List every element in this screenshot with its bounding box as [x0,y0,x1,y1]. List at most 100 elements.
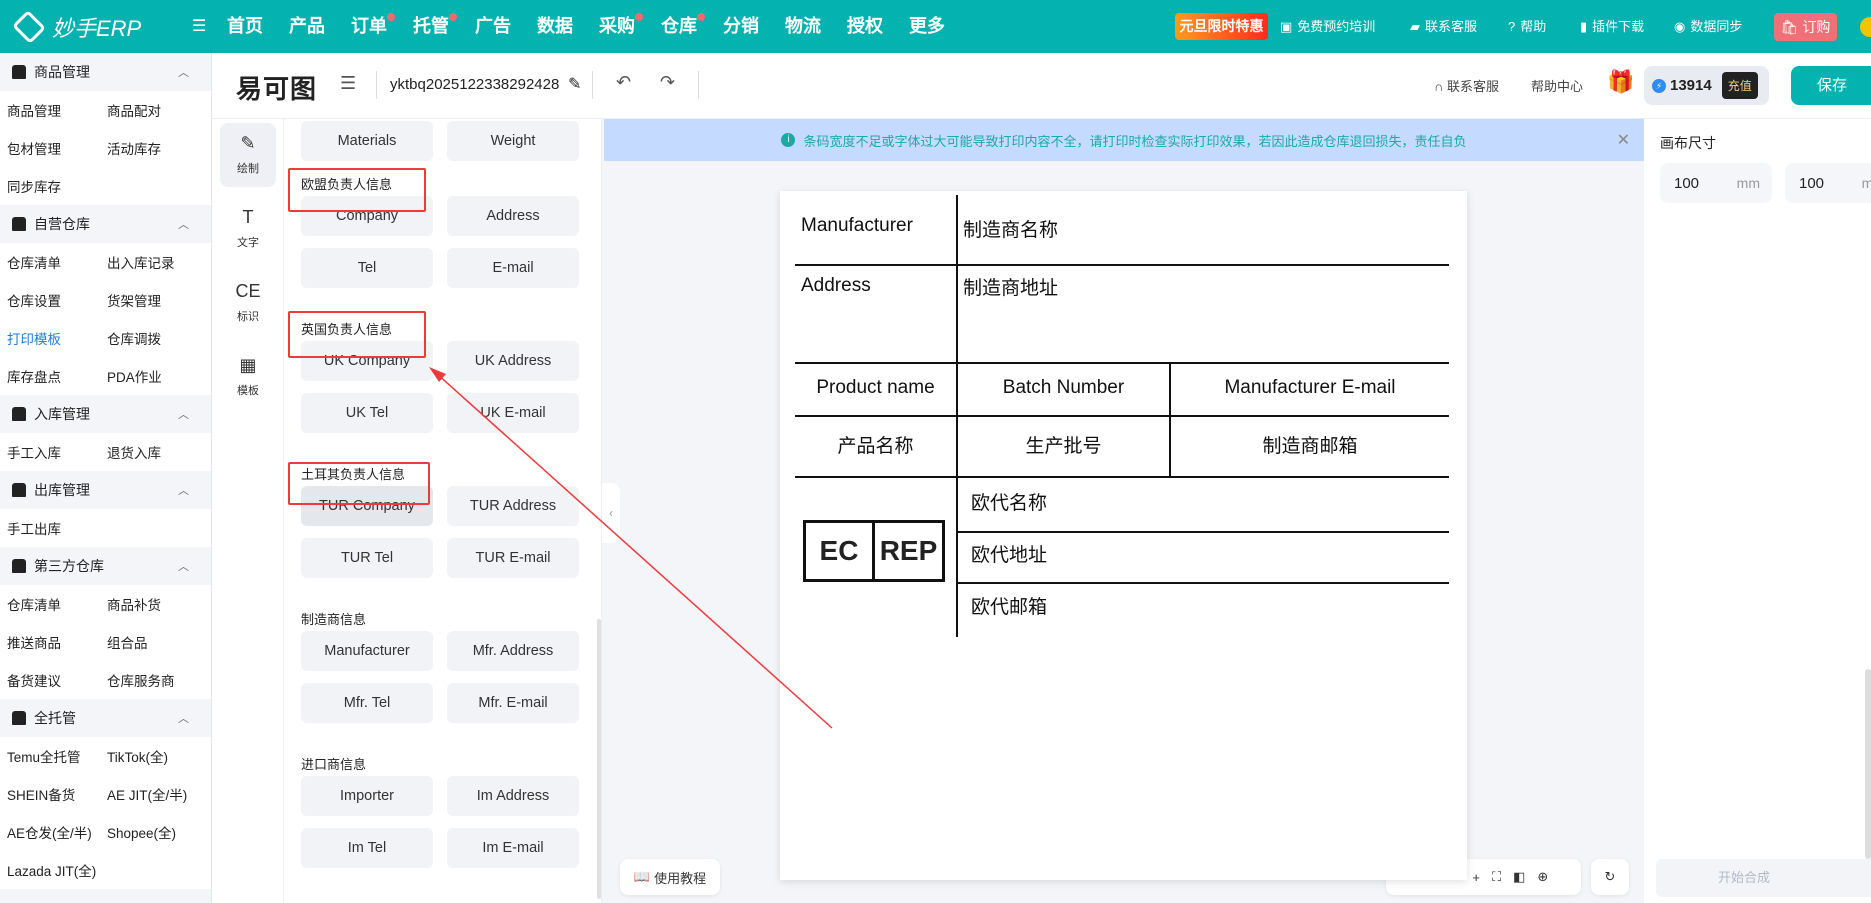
undo-icon[interactable]: ↶ [616,72,631,93]
fit-screen-icon[interactable]: ⛶ [1492,869,1501,885]
promo-badge[interactable]: 元旦限时特惠 [1175,13,1268,40]
sidebar-item[interactable]: AE仓发(全/半) [0,822,100,842]
sidebar-item[interactable]: 出入库记录 [100,252,200,272]
layout-icon[interactable]: ◧ [1513,869,1525,885]
sidebar-item[interactable]: 包材管理 [0,138,100,158]
field-button[interactable]: Manufacturer [301,631,433,671]
sidebar-item[interactable]: 仓库服务商 [100,670,200,690]
sidebar-section-header[interactable]: 第三方仓库 ︿ [0,547,211,585]
zoom-in-button[interactable]: + [1472,870,1480,885]
ec-rep-symbol[interactable]: EC REP [803,520,945,582]
brand-logo[interactable]: 妙手ERP [12,10,141,44]
sidebar-item[interactable]: 商品补货 [100,594,200,614]
training-link[interactable]: ▣ 免费预约培训 [1280,0,1375,53]
nav-item[interactable]: 物流 [785,0,821,53]
file-name[interactable]: yktbq2025122338292428 [390,76,559,93]
product-name-header[interactable]: Product name [795,377,956,399]
nav-item[interactable]: 广告 [475,0,511,53]
start-compose-button[interactable]: 开始合成 [1656,859,1871,897]
field-button[interactable]: Mfr. E-mail [447,683,579,723]
field-button[interactable]: Im E-mail [447,828,579,868]
manufacturer-email-value[interactable]: 制造商邮箱 [1171,431,1449,458]
recharge-button[interactable]: 充值 [1721,72,1758,99]
chevron-up-icon[interactable]: ︿ [178,64,189,80]
label-canvas[interactable]: Manufacturer 制造商名称 Address 制造商地址 Product… [780,191,1467,880]
nav-item[interactable]: 订单 [351,0,395,53]
manufacturer-value[interactable]: 制造商名称 [963,215,1058,242]
sidebar-item[interactable]: 推送商品 [0,632,100,652]
sidebar-item[interactable]: 手工入库 [0,442,100,462]
eu-rep-email[interactable]: 欧代邮箱 [971,592,1047,619]
product-name-value[interactable]: 产品名称 [795,431,956,458]
nav-item[interactable]: 采购 [599,0,643,53]
menu-icon[interactable]: ☰ [340,73,356,94]
nav-item[interactable]: 更多 [909,0,945,53]
sidebar-item[interactable]: 商品管理 [0,100,100,120]
field-button[interactable]: TUR Address [447,486,579,526]
sidebar-section-header[interactable] [0,889,211,903]
sidebar-item[interactable]: 组合品 [100,632,200,652]
rail-item[interactable]: ✎ 绘制 [220,123,276,187]
chevron-up-icon[interactable]: ︿ [178,406,189,422]
sidebar-item[interactable]: 仓库调拨 [100,328,200,348]
field-button[interactable]: Materials [301,121,433,161]
field-button[interactable]: Weight [447,121,579,161]
nav-item[interactable]: 分销 [723,0,759,53]
sidebar-section-header[interactable]: 自营仓库 ︿ [0,205,211,243]
chevron-up-icon[interactable]: ︿ [178,558,189,574]
sidebar-item[interactable]: Lazada JIT(全) [0,860,100,880]
nav-item[interactable]: 仓库 [661,0,705,53]
field-button[interactable]: Mfr. Address [447,631,579,671]
redo-icon[interactable]: ↷ [660,72,675,93]
field-button[interactable]: E-mail [447,248,579,288]
chevron-up-icon[interactable]: ︿ [178,710,189,726]
sidebar-item[interactable]: SHEIN备货 [0,784,100,804]
edit-icon[interactable]: ✎ [568,74,581,94]
sidebar-item[interactable]: 退货入库 [100,442,200,462]
canvas-height-input[interactable]: 100 mm [1785,163,1871,203]
eu-rep-address[interactable]: 欧代地址 [971,540,1047,567]
batch-number-header[interactable]: Batch Number [958,377,1169,399]
field-button[interactable]: UK Tel [301,393,433,433]
tutorial-button[interactable]: 📖 使用教程 [620,859,720,895]
sidebar-item[interactable]: 仓库清单 [0,252,100,272]
panel-scrollbar[interactable] [597,619,601,899]
field-button[interactable]: Im Address [447,776,579,816]
nav-item[interactable]: 托管 [413,0,457,53]
manufacturer-email-header[interactable]: Manufacturer E-mail [1171,377,1449,399]
field-button[interactable]: Importer [301,776,433,816]
nav-item[interactable]: 数据 [537,0,573,53]
save-button[interactable]: 保存 [1791,66,1871,105]
nav-item[interactable]: 产品 [289,0,325,53]
sidebar-item[interactable]: Shopee(全) [100,822,200,842]
manufacturer-label[interactable]: Manufacturer [801,215,913,237]
vip-icon[interactable] [1860,17,1871,37]
sidebar-item[interactable]: 活动库存 [100,138,200,158]
field-button[interactable]: Im Tel [301,828,433,868]
rail-item[interactable]: T 文字 [220,197,276,261]
collapse-panel-handle[interactable]: ‹ [602,483,620,543]
nav-item[interactable]: 首页 [227,0,263,53]
sync-link[interactable]: ◉ 数据同步 [1674,0,1742,53]
order-button[interactable]: 🛍 订购 [1774,13,1837,41]
address-label[interactable]: Address [801,275,871,297]
batch-number-value[interactable]: 生产批号 [958,431,1169,458]
menu-icon[interactable]: ☰ [192,0,206,53]
sidebar-item[interactable]: PDA作业 [100,366,200,386]
sidebar-item[interactable]: 商品配对 [100,100,200,120]
eu-rep-name[interactable]: 欧代名称 [971,488,1047,515]
field-button[interactable]: UK E-mail [447,393,579,433]
sidebar-section-header[interactable]: 商品管理 ︿ [0,53,211,91]
sidebar-item[interactable]: 货架管理 [100,290,200,310]
sidebar-item[interactable]: 手工出库 [0,518,100,538]
rail-item[interactable]: ▦ 模板 [220,345,276,409]
rail-item[interactable]: CE 标识 [220,271,276,335]
sidebar-item[interactable]: AE JIT(全/半) [100,784,200,804]
sidebar-item[interactable]: 同步库存 [0,176,100,196]
canvas-width-input[interactable]: 100 mm [1660,163,1772,203]
rotate-button[interactable]: ↻ [1591,859,1629,895]
sidebar-item[interactable]: TikTok(全) [100,746,200,766]
sidebar-item[interactable]: 备货建议 [0,670,100,690]
field-button[interactable]: Address [447,196,579,236]
sidebar-item[interactable]: Temu全托管 [0,746,100,766]
